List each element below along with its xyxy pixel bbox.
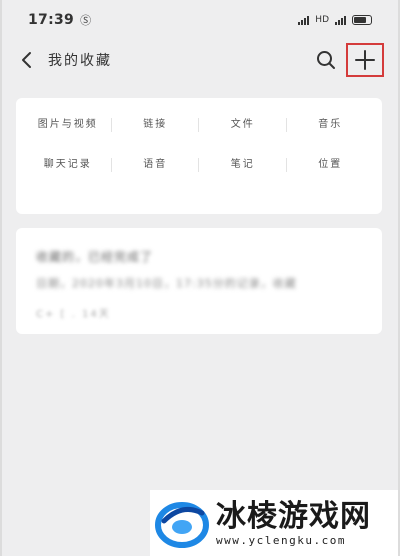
- status-bar: 17:39 Ⓢ HD: [0, 0, 400, 40]
- add-button[interactable]: [346, 43, 384, 77]
- watermark: 冰棱游戏网 www.yclengku.com: [150, 490, 400, 556]
- category-location[interactable]: 位置: [287, 156, 375, 174]
- favorite-description: 日期，2020年3月10日，17:35分的记录，收藏: [36, 277, 297, 290]
- watermark-url: www.yclengku.com: [216, 533, 346, 547]
- watermark-logo: [155, 502, 209, 548]
- favorite-meta: C+ [ . 14天: [36, 309, 111, 320]
- status-time: 17:39: [28, 12, 75, 28]
- network-label: HD: [315, 15, 329, 25]
- battery-icon: [352, 15, 372, 25]
- chevron-left-icon: [22, 52, 31, 68]
- category-music[interactable]: 音乐: [287, 116, 375, 134]
- category-voice[interactable]: 语音: [112, 156, 200, 174]
- category-links[interactable]: 链接: [112, 116, 200, 134]
- title-actions: [314, 43, 384, 77]
- search-button[interactable]: [314, 48, 338, 72]
- notification-icon: Ⓢ: [80, 14, 92, 27]
- category-card: 图片与视频 链接 文件 音乐 聊天记录 语音 笔记 位置: [16, 98, 382, 214]
- search-icon: [317, 51, 335, 69]
- category-images-videos[interactable]: 图片与视频: [24, 116, 112, 134]
- title-bar: 我的收藏: [0, 40, 400, 80]
- signal-icon: [298, 15, 310, 25]
- category-notes[interactable]: 笔记: [199, 156, 287, 174]
- watermark-text: 冰棱游戏网: [216, 498, 371, 534]
- category-chat-history[interactable]: 聊天记录: [24, 156, 112, 174]
- plus-icon: [355, 50, 375, 70]
- watermark-text-group: 冰棱游戏网 www.yclengku.com: [216, 498, 371, 547]
- back-button[interactable]: [16, 48, 36, 72]
- favorite-item[interactable]: 收藏的，已经完成了 日期，2020年3月10日，17:35分的记录，收藏 C+ …: [16, 228, 382, 334]
- status-indicators: HD: [298, 15, 372, 25]
- signal-icon-2: [335, 15, 346, 25]
- category-grid: 图片与视频 链接 文件 音乐 聊天记录 语音 笔记 位置: [24, 116, 374, 174]
- category-files[interactable]: 文件: [199, 116, 287, 134]
- favorite-title: 收藏的，已经完成了: [36, 250, 154, 264]
- page-title: 我的收藏: [48, 53, 112, 69]
